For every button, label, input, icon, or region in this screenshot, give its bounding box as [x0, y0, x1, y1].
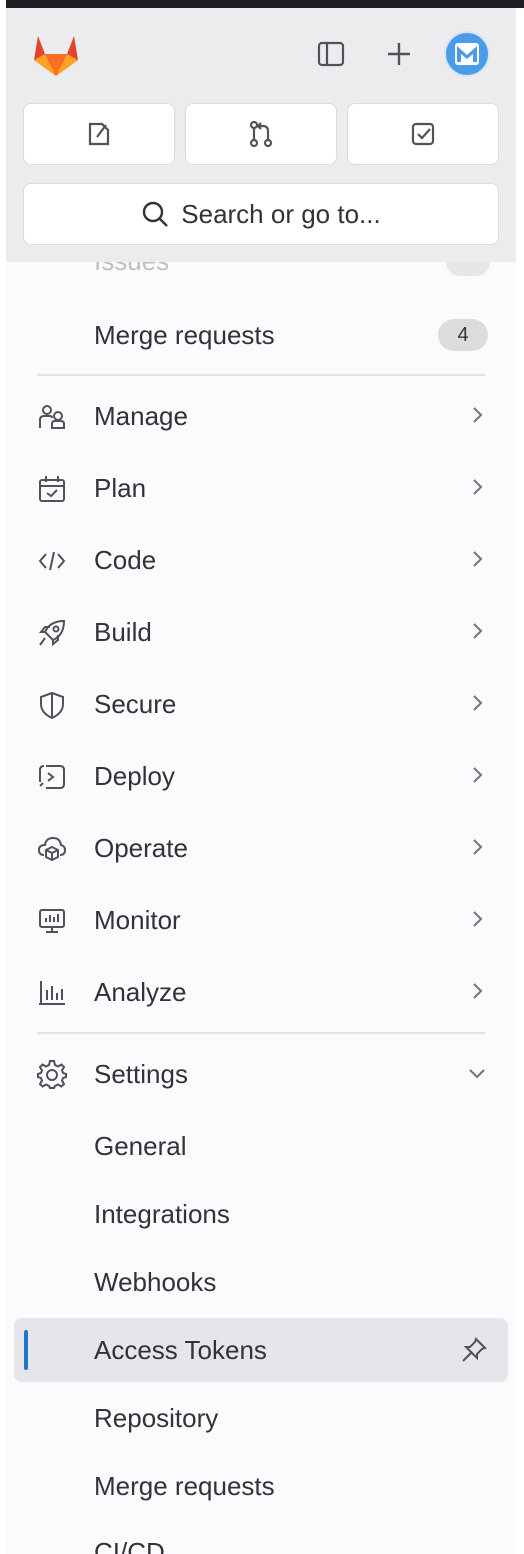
- merge-requests-shortcut-button[interactable]: [185, 103, 337, 165]
- nav-label: Code: [94, 544, 157, 575]
- merge-requests-count-badge: 4: [438, 319, 488, 351]
- sub-item-label: Repository: [94, 1402, 219, 1433]
- cloud-gear-icon: [37, 836, 67, 862]
- chevron-right-icon: [473, 767, 483, 783]
- nav-label: Settings: [94, 1058, 188, 1089]
- issues-count-badge: [446, 262, 490, 276]
- nav-item-deploy[interactable]: Deploy: [6, 744, 516, 808]
- sub-item-label: Webhooks: [94, 1266, 217, 1297]
- chevron-right-icon: [473, 479, 483, 495]
- content-edge: [516, 8, 524, 1554]
- code-icon: [38, 551, 66, 571]
- chevron-right-icon: [473, 551, 483, 567]
- nav-item-plan[interactable]: Plan: [6, 456, 516, 520]
- merge-requests-nav-item[interactable]: Merge requests 4: [6, 303, 516, 367]
- settings-sub-item-webhooks[interactable]: Webhooks: [6, 1250, 516, 1314]
- merge-requests-label: Merge requests: [94, 319, 275, 350]
- sidebar-toggle-icon: [317, 41, 345, 67]
- nav-item-operate[interactable]: Operate: [6, 816, 516, 880]
- search-label: Search or go to...: [181, 198, 381, 229]
- gear-icon: [37, 1060, 67, 1089]
- create-new-button[interactable]: [377, 32, 421, 76]
- sub-item-label: Access Tokens: [94, 1334, 267, 1365]
- nav-label: Monitor: [94, 904, 181, 935]
- sub-item-label: General: [94, 1130, 187, 1161]
- nav-label: Plan: [94, 472, 147, 503]
- nav-item-monitor[interactable]: Monitor: [6, 888, 516, 952]
- search-button[interactable]: Search or go to...: [23, 183, 499, 245]
- issues-shortcut-button[interactable]: [23, 103, 175, 165]
- nav-item-manage[interactable]: Manage: [6, 384, 516, 448]
- window-top-edge: [0, 0, 524, 1554]
- settings-sub-item-access-tokens[interactable]: Access Tokens: [14, 1318, 508, 1382]
- sub-item-label: CI/CD: [94, 1536, 165, 1554]
- issues-nav-item-partial[interactable]: Issues: [6, 262, 516, 284]
- nav-item-analyze[interactable]: Analyze: [6, 960, 516, 1024]
- chart-icon: [39, 981, 65, 1005]
- chevron-down-icon: [469, 1069, 485, 1079]
- sidebar-toggle-button[interactable]: [309, 32, 353, 76]
- active-indicator: [24, 1330, 28, 1370]
- nav-label: Manage: [94, 400, 188, 431]
- chevron-right-icon: [473, 623, 483, 639]
- nav-label: Analyze: [94, 976, 187, 1007]
- avatar-icon: [455, 43, 479, 65]
- nav-item-secure[interactable]: Secure: [6, 672, 516, 736]
- todos-shortcut-button[interactable]: [347, 103, 499, 165]
- chevron-right-icon: [473, 983, 483, 999]
- issues-icon: [88, 122, 110, 146]
- gitlab-logo-icon[interactable]: [28, 26, 84, 82]
- calendar-icon: [39, 476, 65, 502]
- nav-item-settings[interactable]: Settings: [6, 1042, 516, 1106]
- section-divider: [37, 1032, 485, 1034]
- sub-item-label: Merge requests: [94, 1470, 275, 1501]
- nav-item-build[interactable]: Build: [6, 600, 516, 664]
- users-icon: [39, 405, 65, 429]
- merge-request-icon: [249, 120, 273, 148]
- chevron-right-icon: [473, 407, 483, 423]
- chevron-right-icon: [473, 695, 483, 711]
- sidebar-header: Search or go to...: [6, 8, 516, 262]
- pin-icon[interactable]: [460, 1336, 488, 1364]
- sub-item-label: Integrations: [94, 1198, 230, 1229]
- user-avatar[interactable]: [444, 31, 490, 77]
- monitor-icon: [39, 909, 65, 933]
- search-icon: [143, 201, 169, 227]
- rocket-icon: [38, 619, 66, 647]
- shield-icon: [40, 691, 64, 720]
- settings-sub-item-cicd[interactable]: CI/CD: [6, 1520, 516, 1554]
- deploy-icon: [39, 765, 65, 789]
- todo-check-icon: [411, 122, 435, 146]
- nav-label: Secure: [94, 688, 177, 719]
- settings-sub-item-integrations[interactable]: Integrations: [6, 1182, 516, 1246]
- nav-item-code[interactable]: Code: [6, 528, 516, 592]
- plus-icon: [388, 43, 410, 65]
- section-divider: [37, 374, 485, 376]
- issues-label: Issues: [94, 262, 169, 277]
- nav-label: Deploy: [94, 760, 175, 791]
- chevron-right-icon: [473, 911, 483, 927]
- nav-label: Build: [94, 616, 152, 647]
- settings-sub-item-repository[interactable]: Repository: [6, 1386, 516, 1450]
- chevron-right-icon: [473, 839, 483, 855]
- settings-sub-item-merge-requests[interactable]: Merge requests: [6, 1454, 516, 1518]
- left-sidebar: Search or go to... Issues Merge requests…: [6, 8, 516, 1554]
- settings-sub-item-general[interactable]: General: [6, 1114, 516, 1178]
- nav-label: Operate: [94, 832, 188, 863]
